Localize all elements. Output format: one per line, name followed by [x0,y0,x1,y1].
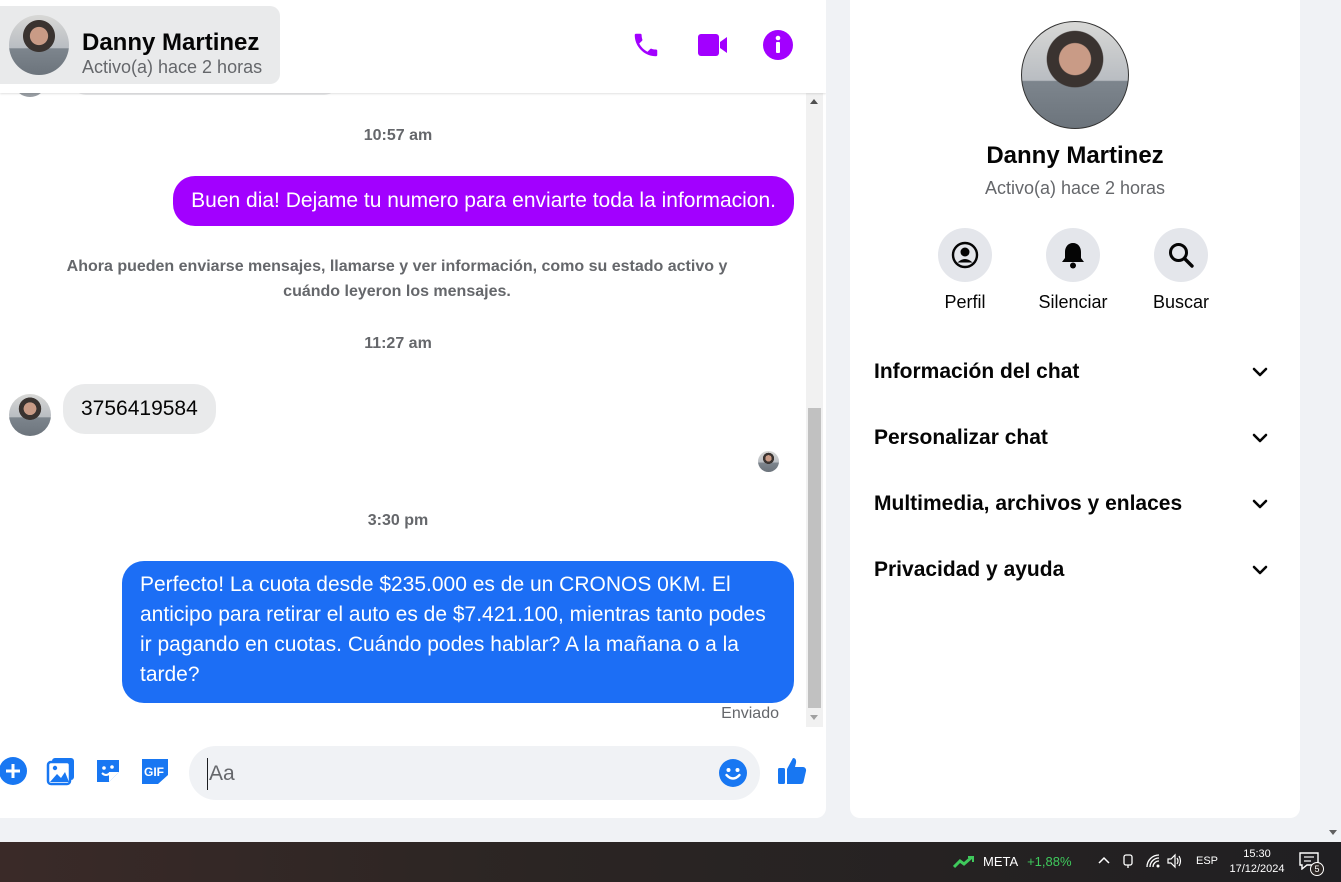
contact-status: Activo(a) hace 2 horas [82,57,263,77]
chevron-up-icon[interactable] [1097,853,1111,870]
profile-avatar[interactable] [1021,21,1129,129]
section-privacy-help[interactable]: Privacidad y ayuda [874,551,1276,591]
message-list[interactable]: 10:57 am Buen dia! Dejame tu numero para… [0,93,806,733]
language-indicator[interactable]: ESP [1196,855,1218,867]
clock-date: 17/12/2024 [1229,863,1285,875]
chevron-down-icon [1252,565,1268,575]
timestamp: 3:30 pm [367,512,429,529]
message-input[interactable] [207,758,707,790]
clock[interactable]: 15:30 17/12/2024 [1222,847,1292,877]
scroll-down-arrow[interactable] [810,715,818,720]
section-title: Privacidad y ayuda [874,558,1065,581]
sender-avatar[interactable] [9,394,51,436]
system-notice: Ahora pueden enviarse mensajes, llamarse… [66,258,728,300]
previous-bubble [72,93,338,95]
gif-icon[interactable]: GIF [138,754,172,788]
section-media-files-links[interactable]: Multimedia, archivos y enlaces [874,485,1276,525]
like-icon[interactable] [775,754,809,788]
mute-button[interactable]: Silenciar [1033,228,1113,313]
section-title: Multimedia, archivos y enlaces [874,492,1183,515]
video-call-icon[interactable] [694,27,730,63]
contact-avatar[interactable] [9,15,69,75]
chevron-down-icon [1252,433,1268,443]
profile-name: Danny Martinez [986,142,1164,169]
profile-button[interactable]: Perfil [925,228,1005,313]
action-label: Perfil [944,292,986,312]
message-input-box [189,746,760,800]
clock-time: 15:30 [1243,848,1271,860]
chevron-down-icon [1252,499,1268,509]
timestamp: 11:27 am [364,335,432,352]
info-icon[interactable] [760,27,796,63]
stock-name: META [983,854,1018,869]
notification-badge: 5 [1310,862,1324,876]
message-text: Perfecto! La cuota desde $235.000 es de … [140,573,766,686]
chevron-down-icon [1252,367,1268,377]
timestamp: 10:57 am [363,127,433,144]
image-icon[interactable] [44,754,78,788]
stock-trend-icon [952,855,975,874]
action-label: Buscar [1152,292,1210,312]
phone-icon[interactable] [628,27,664,63]
profile-icon [938,228,992,282]
info-panel: Danny Martinez Activo(a) hace 2 horas Pe… [850,0,1300,818]
page-scroll-down-arrow[interactable] [1329,830,1337,835]
chat-panel: 10:57 am Buen dia! Dejame tu numero para… [0,0,826,818]
stock-ticker[interactable]: META +1,88% [983,854,1072,869]
message-text: Buen dia! Dejame tu numero para enviarte… [191,189,776,212]
read-receipt-avatar [758,451,779,472]
contact-chip[interactable]: Danny Martinez Activo(a) hace 2 horas [0,6,280,84]
scroll-up-arrow[interactable] [810,99,818,104]
stock-change: +1,88% [1027,854,1072,869]
message-scrollbar[interactable] [806,93,823,727]
svg-text:GIF: GIF [144,765,164,779]
bell-icon [1046,228,1100,282]
scroll-thumb[interactable] [808,408,821,708]
emoji-icon[interactable] [718,758,748,788]
outgoing-message[interactable]: Perfecto! La cuota desde $235.000 es de … [122,561,794,703]
chat-header: Danny Martinez Activo(a) hace 2 horas [0,0,826,93]
wifi-icon[interactable] [1145,853,1161,872]
composer: GIF [0,740,826,806]
taskbar: META +1,88% ESP 15:30 17/12/2024 5 [0,842,1341,882]
outgoing-message[interactable]: Buen dia! Dejame tu numero para enviarte… [173,176,794,226]
sticker-icon[interactable] [91,754,125,788]
plus-icon[interactable] [0,754,30,788]
previous-avatar [15,93,45,97]
delivery-status: Enviado [721,705,779,722]
device-icon[interactable] [1121,853,1135,872]
action-label: Silenciar [1038,292,1108,312]
section-chat-info[interactable]: Información del chat [874,353,1276,393]
notifications-icon[interactable]: 5 [1299,852,1325,876]
contact-name: Danny Martinez [82,29,260,56]
profile-status: Activo(a) hace 2 horas [984,178,1166,198]
volume-icon[interactable] [1166,853,1184,872]
section-customize-chat[interactable]: Personalizar chat [874,419,1276,459]
message-text: 3756419584 [81,397,198,420]
section-title: Información del chat [874,360,1080,383]
search-button[interactable]: Buscar [1141,228,1221,313]
incoming-message[interactable]: 3756419584 [63,384,216,434]
section-title: Personalizar chat [874,426,1048,449]
search-icon [1154,228,1208,282]
